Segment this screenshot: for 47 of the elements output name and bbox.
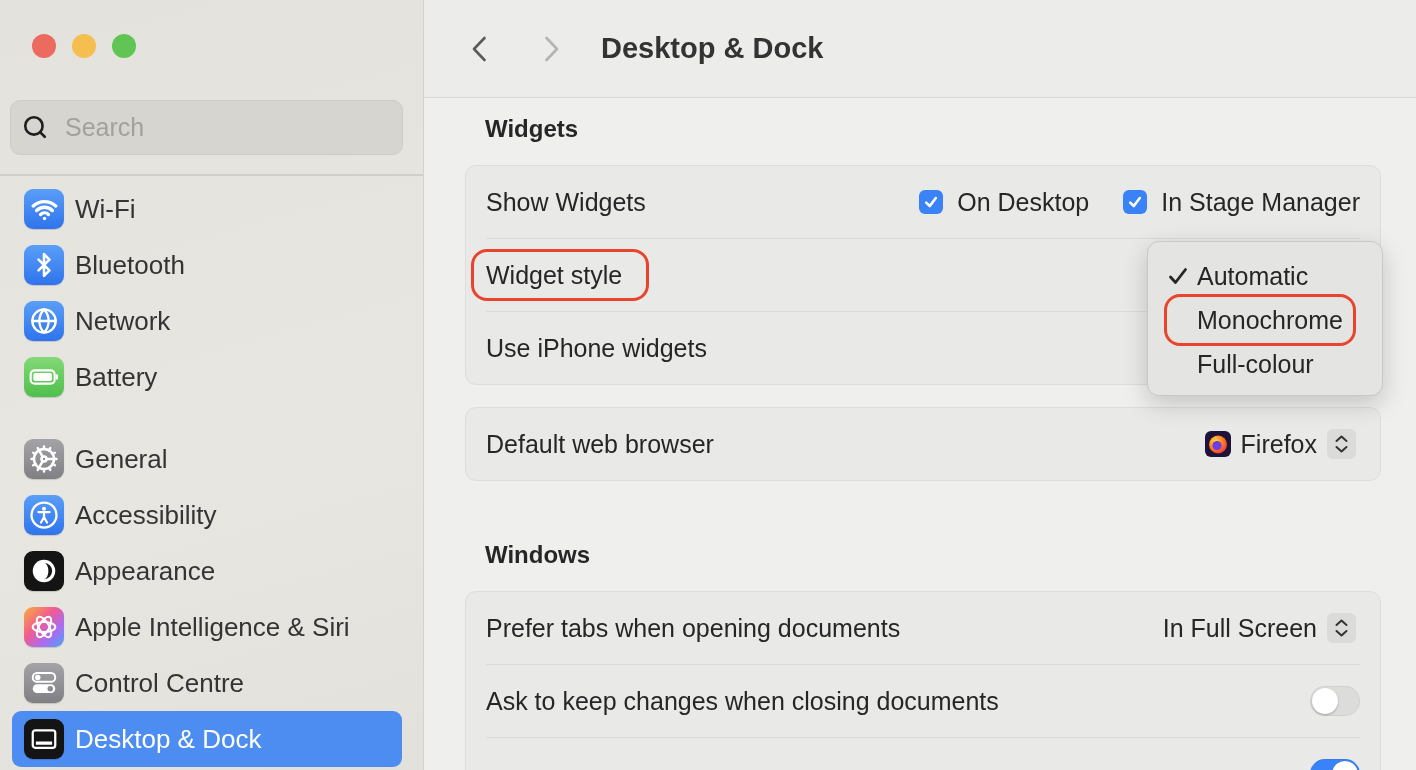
checkmark-icon [1127,194,1144,210]
setting-label: Use iPhone widgets [486,333,707,364]
chevron-up-down-icon [1327,429,1356,459]
checkbox[interactable] [919,190,944,214]
setting-label: Default web browser [486,429,714,460]
sidebar-item[interactable]: Accessibility [12,487,402,543]
setting-label: Prefer tabs when opening documents [486,613,901,644]
sidebar-item[interactable]: Appearance [12,543,402,599]
checkbox-label: In Stage Manager [1161,187,1360,217]
checkbox-label: On Desktop [957,187,1090,217]
window-icon [24,719,64,759]
sidebar-item[interactable]: General [12,431,402,487]
menu-item[interactable]: Full-colour [1168,346,1314,382]
chevron-up-down-icon [1327,613,1356,643]
accessibility-icon [24,495,64,535]
chevron-left-icon [471,35,487,62]
menu-item[interactable]: Monochrome [1164,294,1356,346]
select-button[interactable]: In Full Screen [1162,613,1356,643]
close-button[interactable] [32,34,56,58]
sidebar-item[interactable]: Battery [12,349,402,405]
globe-icon [24,301,64,341]
sidebar-item[interactable]: Network [12,293,402,349]
chevron-right-icon [544,35,560,62]
gear-icon [24,439,64,479]
checkbox[interactable] [1123,190,1148,214]
minimize-button[interactable] [72,34,96,58]
sidebar-item[interactable]: Bluetooth [12,237,402,293]
sidebar-item[interactable]: Wi-Fi [12,181,402,237]
battery-icon [24,357,64,397]
setting-label: Show Widgets [486,187,646,218]
search-icon [22,114,48,140]
flower-outline-icon [24,607,64,647]
section-title: Windows [484,540,592,570]
toggles-icon [24,663,64,703]
toggle-switch[interactable] [1310,686,1360,716]
section-title: Widgets [484,114,580,144]
setting-label: Widget style [471,249,650,301]
page-title: Desktop & Dock [601,32,824,65]
sidebar-item[interactable]: Apple Intelligence & Siri [12,599,402,655]
setting-label: Ask to keep changes when closing documents [486,686,999,717]
sidebar-item[interactable]: Control Centre [12,655,402,711]
wifi-icon [24,189,64,229]
select-button[interactable]: Firefox [1204,429,1356,459]
zoom-button[interactable] [112,34,136,58]
menu-item[interactable]: Automatic [1168,258,1309,294]
bluetooth-icon [24,245,64,285]
checkmark-icon [923,194,940,210]
